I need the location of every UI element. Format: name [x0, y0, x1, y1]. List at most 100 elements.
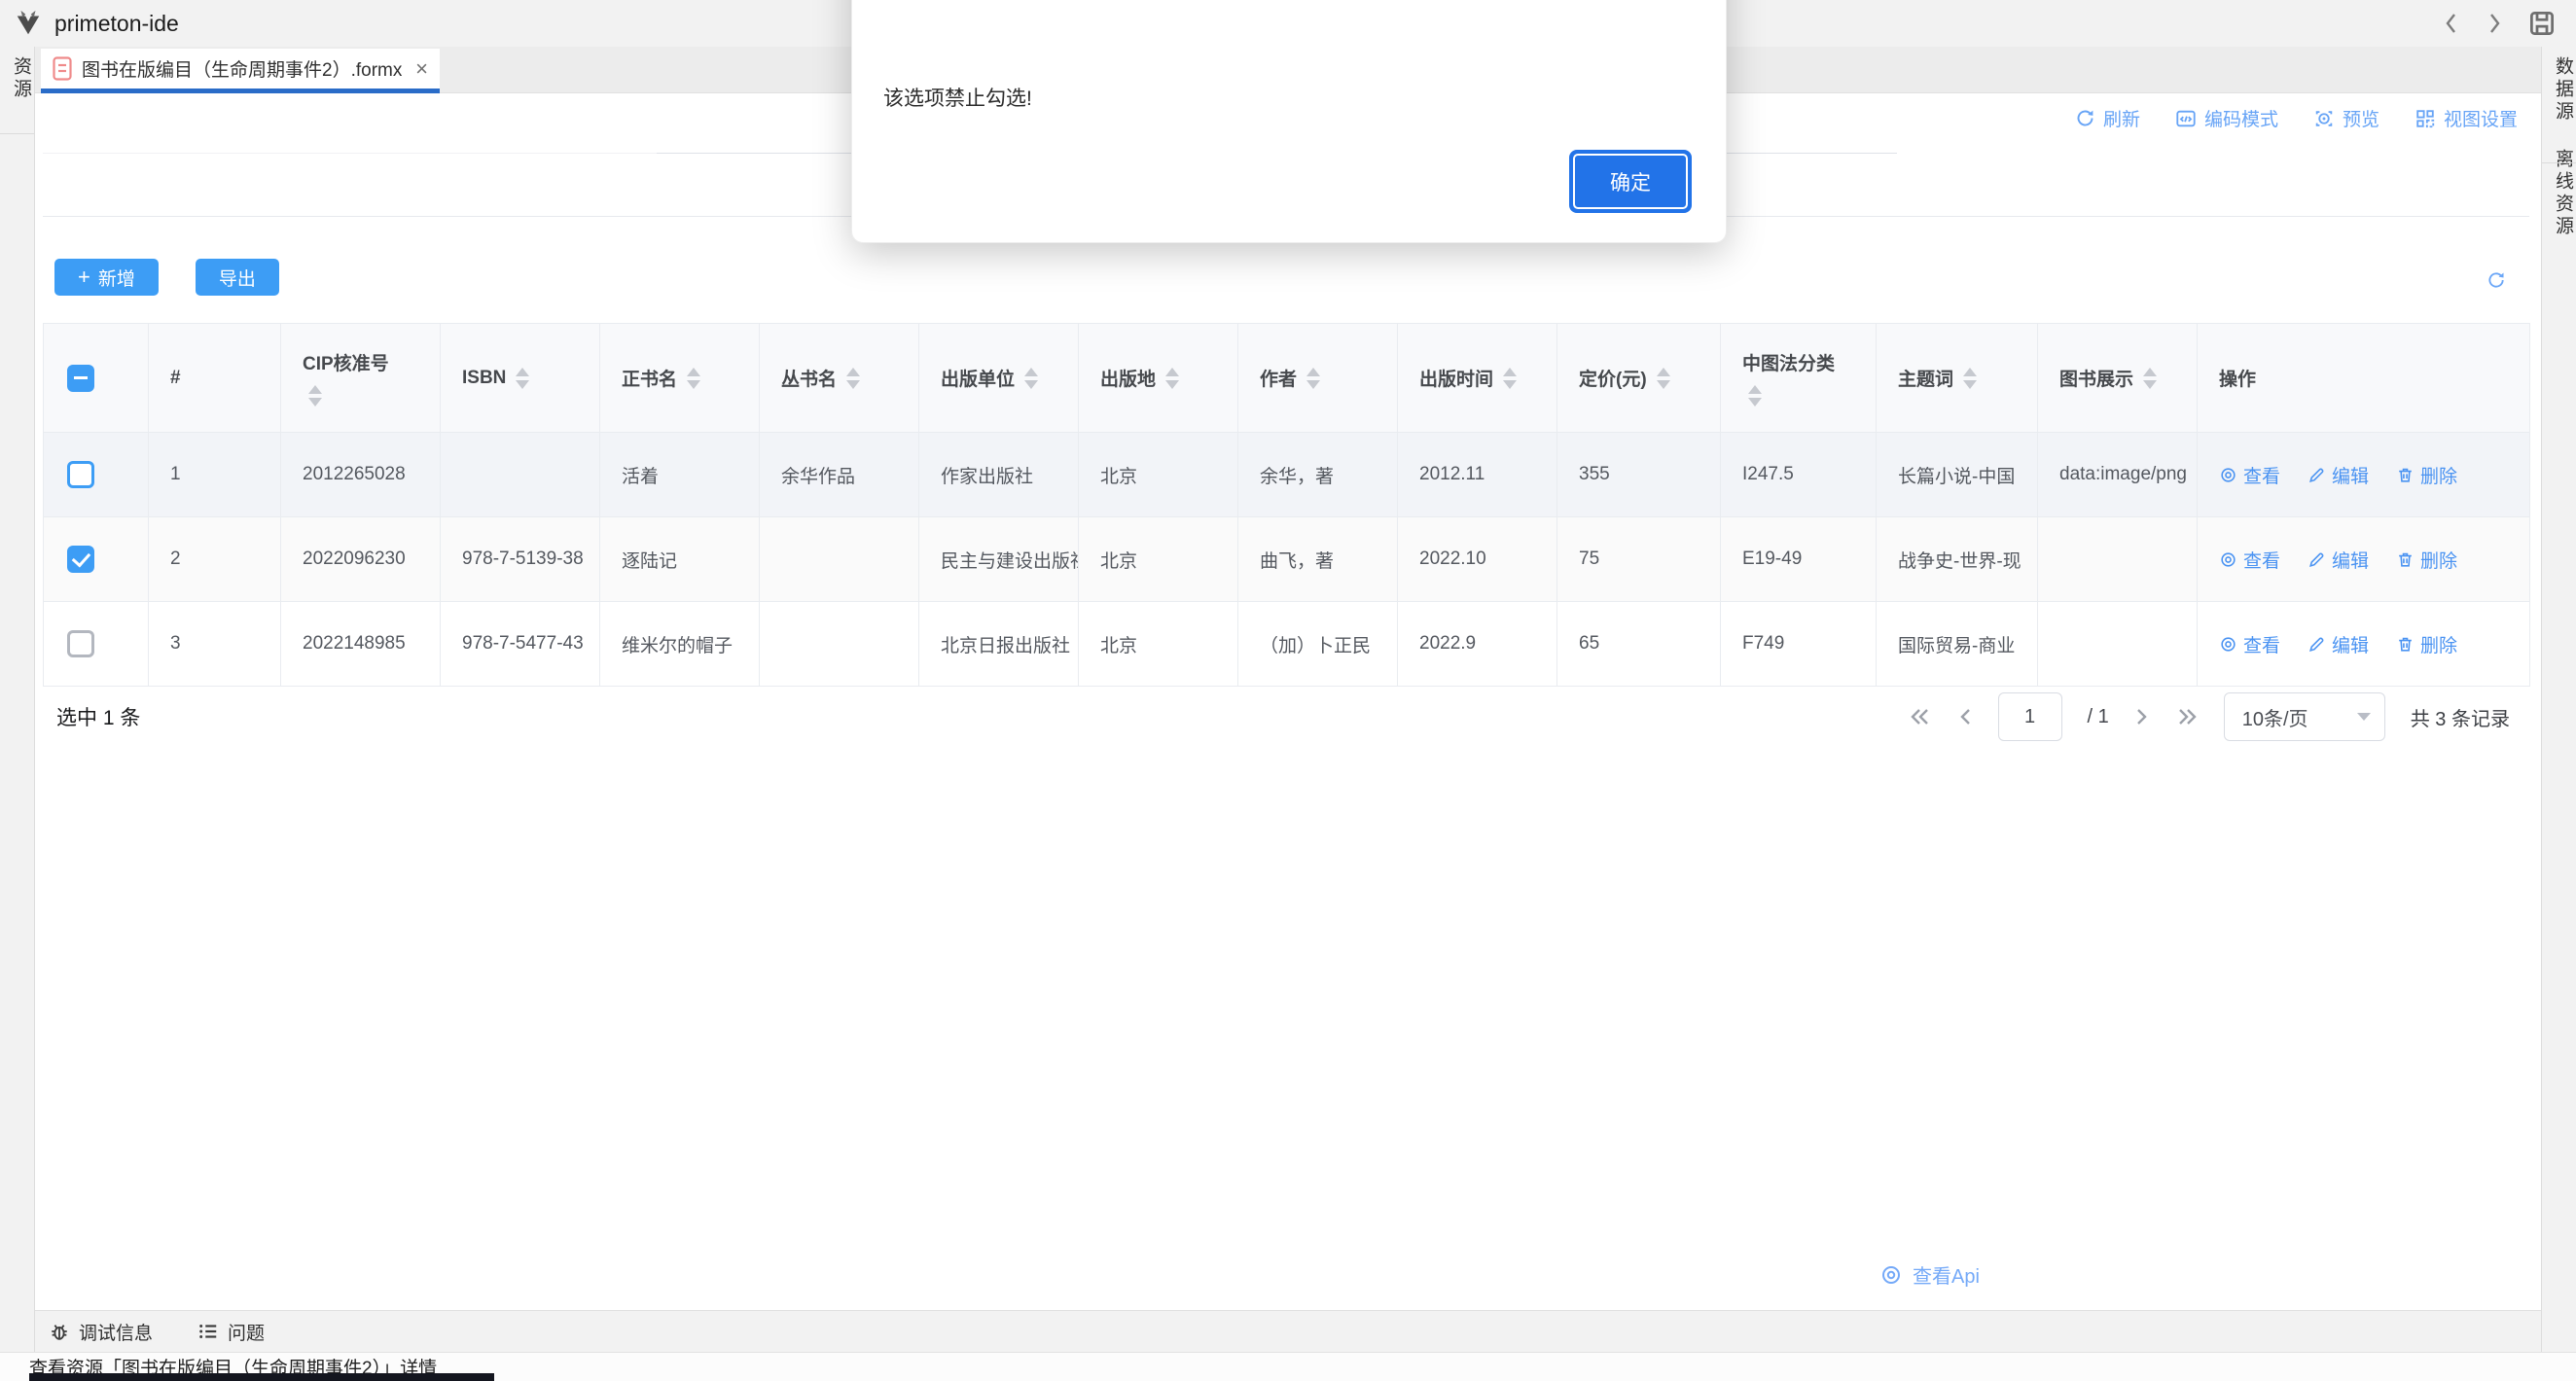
sort-arrows-icon[interactable]: [2143, 368, 2157, 389]
column-label: 中图法分类: [1742, 349, 1835, 375]
sort-arrows-icon[interactable]: [1963, 368, 1977, 389]
sort-arrows-icon[interactable]: [516, 368, 529, 389]
refresh-button[interactable]: 刷新: [2075, 105, 2140, 131]
eye-icon: [2219, 635, 2237, 654]
preview-button[interactable]: 预览: [2313, 105, 2379, 131]
row-checkbox[interactable]: [67, 546, 94, 573]
table-cell: [760, 602, 919, 687]
table-cell: [2038, 517, 2198, 602]
pagination: 1 / 1 10条/页 共 3 条记录: [1909, 692, 2511, 741]
column-label: CIP核准号: [303, 349, 389, 375]
column-header-丛书名[interactable]: 丛书名: [760, 324, 919, 433]
column-label: 正书名: [622, 365, 677, 391]
edit-link[interactable]: 编辑: [2308, 631, 2369, 657]
pencil-icon: [2308, 466, 2326, 484]
prev-page-icon[interactable]: [1957, 706, 1973, 727]
edit-link[interactable]: 编辑: [2308, 547, 2369, 573]
delete-link[interactable]: 删除: [2396, 547, 2457, 573]
sort-arrows-icon[interactable]: [687, 368, 700, 389]
column-header-CIP核准号[interactable]: CIP核准号: [281, 324, 441, 433]
plus-icon: +: [78, 266, 90, 288]
table-cell: 逐陆记: [600, 517, 760, 602]
sort-arrows-icon[interactable]: [1165, 368, 1179, 389]
table-footer: 选中 1 条 1 / 1 10条/页: [43, 689, 2529, 745]
view-link[interactable]: 查看: [2219, 547, 2280, 573]
column-header-图书展示[interactable]: 图书展示: [2038, 324, 2198, 433]
row-actions-cell: 查看 编辑 删除: [2198, 602, 2530, 687]
first-page-icon[interactable]: [1909, 706, 1932, 727]
table-cell: [2038, 602, 2198, 687]
row-select-cell: [44, 602, 149, 687]
debug-info-tab[interactable]: 调试信息: [49, 1319, 153, 1345]
sort-arrows-icon[interactable]: [1748, 385, 1762, 407]
code-mode-button[interactable]: 编码模式: [2175, 105, 2278, 131]
view-link[interactable]: 查看: [2219, 631, 2280, 657]
sidebar-item-datasource[interactable]: 数据源: [2542, 56, 2576, 124]
column-header-出版单位[interactable]: 出版单位: [919, 324, 1079, 433]
sort-arrows-icon[interactable]: [1503, 368, 1517, 389]
table-cell: 战争史-世界-现: [1877, 517, 2038, 602]
table-cell: 978-7-5477-43: [441, 602, 600, 687]
view-settings-button[interactable]: 视图设置: [2415, 105, 2518, 131]
sidebar-item-resources[interactable]: 资源: [0, 56, 34, 101]
column-header-作者[interactable]: 作者: [1238, 324, 1398, 433]
column-header-#: #: [149, 324, 281, 433]
right-rail: 数据源 离线资源: [2541, 47, 2576, 1352]
column-header-出版地[interactable]: 出版地: [1079, 324, 1238, 433]
view-api-link[interactable]: 查看Api: [1879, 1260, 1980, 1289]
page-number-input[interactable]: 1: [1998, 692, 2062, 741]
row-checkbox[interactable]: [67, 630, 94, 657]
table-cell: 3: [149, 602, 281, 687]
history-back-icon[interactable]: [2442, 11, 2461, 36]
sort-arrows-icon[interactable]: [1024, 368, 1038, 389]
form-file-icon: [53, 56, 72, 81]
bug-icon: [49, 1321, 70, 1342]
save-icon[interactable]: [2527, 9, 2557, 38]
list-icon: [197, 1321, 219, 1342]
table-cell: （加）卜正民: [1238, 602, 1398, 687]
table-cell: 余华，著: [1238, 433, 1398, 517]
table-cell: 355: [1557, 433, 1721, 517]
tab-close-icon[interactable]: ×: [415, 58, 428, 80]
table-cell: 2012.11: [1398, 433, 1557, 517]
delete-link[interactable]: 删除: [2396, 462, 2457, 488]
view-link[interactable]: 查看: [2219, 462, 2280, 488]
sort-arrows-icon[interactable]: [308, 385, 322, 407]
last-page-icon[interactable]: [2175, 706, 2199, 727]
column-header-ISBN[interactable]: ISBN: [441, 324, 600, 433]
history-forward-icon[interactable]: [2485, 11, 2504, 36]
app-title: primeton-ide: [54, 11, 179, 37]
page-size-select[interactable]: 10条/页: [2224, 692, 2385, 741]
table-cell: 2022096230: [281, 517, 441, 602]
table-cell: 2012265028: [281, 433, 441, 517]
select-all-checkbox[interactable]: [67, 365, 94, 392]
table-cell: I247.5: [1721, 433, 1877, 517]
ok-button[interactable]: 确定: [1569, 150, 1692, 213]
column-label: 丛书名: [781, 365, 837, 391]
editor-area: 刷新 编码模式 预览 视图设置 +新增 导出: [35, 93, 2541, 1310]
delete-link[interactable]: 删除: [2396, 631, 2457, 657]
problems-tab[interactable]: 问题: [197, 1319, 265, 1345]
column-header-中图法分类[interactable]: 中图法分类: [1721, 324, 1877, 433]
table-cell: 国际贸易-商业: [1877, 602, 2038, 687]
preview-icon: [2313, 108, 2335, 129]
table-refresh-icon[interactable]: [2487, 270, 2506, 295]
table-cell: 北京: [1079, 517, 1238, 602]
add-button[interactable]: +新增: [54, 259, 159, 296]
sort-arrows-icon[interactable]: [1306, 368, 1320, 389]
row-checkbox[interactable]: [67, 461, 94, 488]
edit-link[interactable]: 编辑: [2308, 462, 2369, 488]
next-page-icon[interactable]: [2134, 706, 2150, 727]
column-header-主题词[interactable]: 主题词: [1877, 324, 2038, 433]
export-button[interactable]: 导出: [196, 259, 279, 296]
column-header-正书名[interactable]: 正书名: [600, 324, 760, 433]
column-header-定价(元)[interactable]: 定价(元): [1557, 324, 1721, 433]
code-mode-icon: [2175, 108, 2197, 129]
column-label: 出版时间: [1419, 365, 1493, 391]
table-cell: 维米尔的帽子: [600, 602, 760, 687]
selected-count: 选中 1 条: [56, 702, 140, 731]
sort-arrows-icon[interactable]: [1657, 368, 1670, 389]
column-header-出版时间[interactable]: 出版时间: [1398, 324, 1557, 433]
tab-form-editor[interactable]: 图书在版编目（生命周期事件2）.formx ×: [41, 49, 440, 89]
sort-arrows-icon[interactable]: [846, 368, 860, 389]
